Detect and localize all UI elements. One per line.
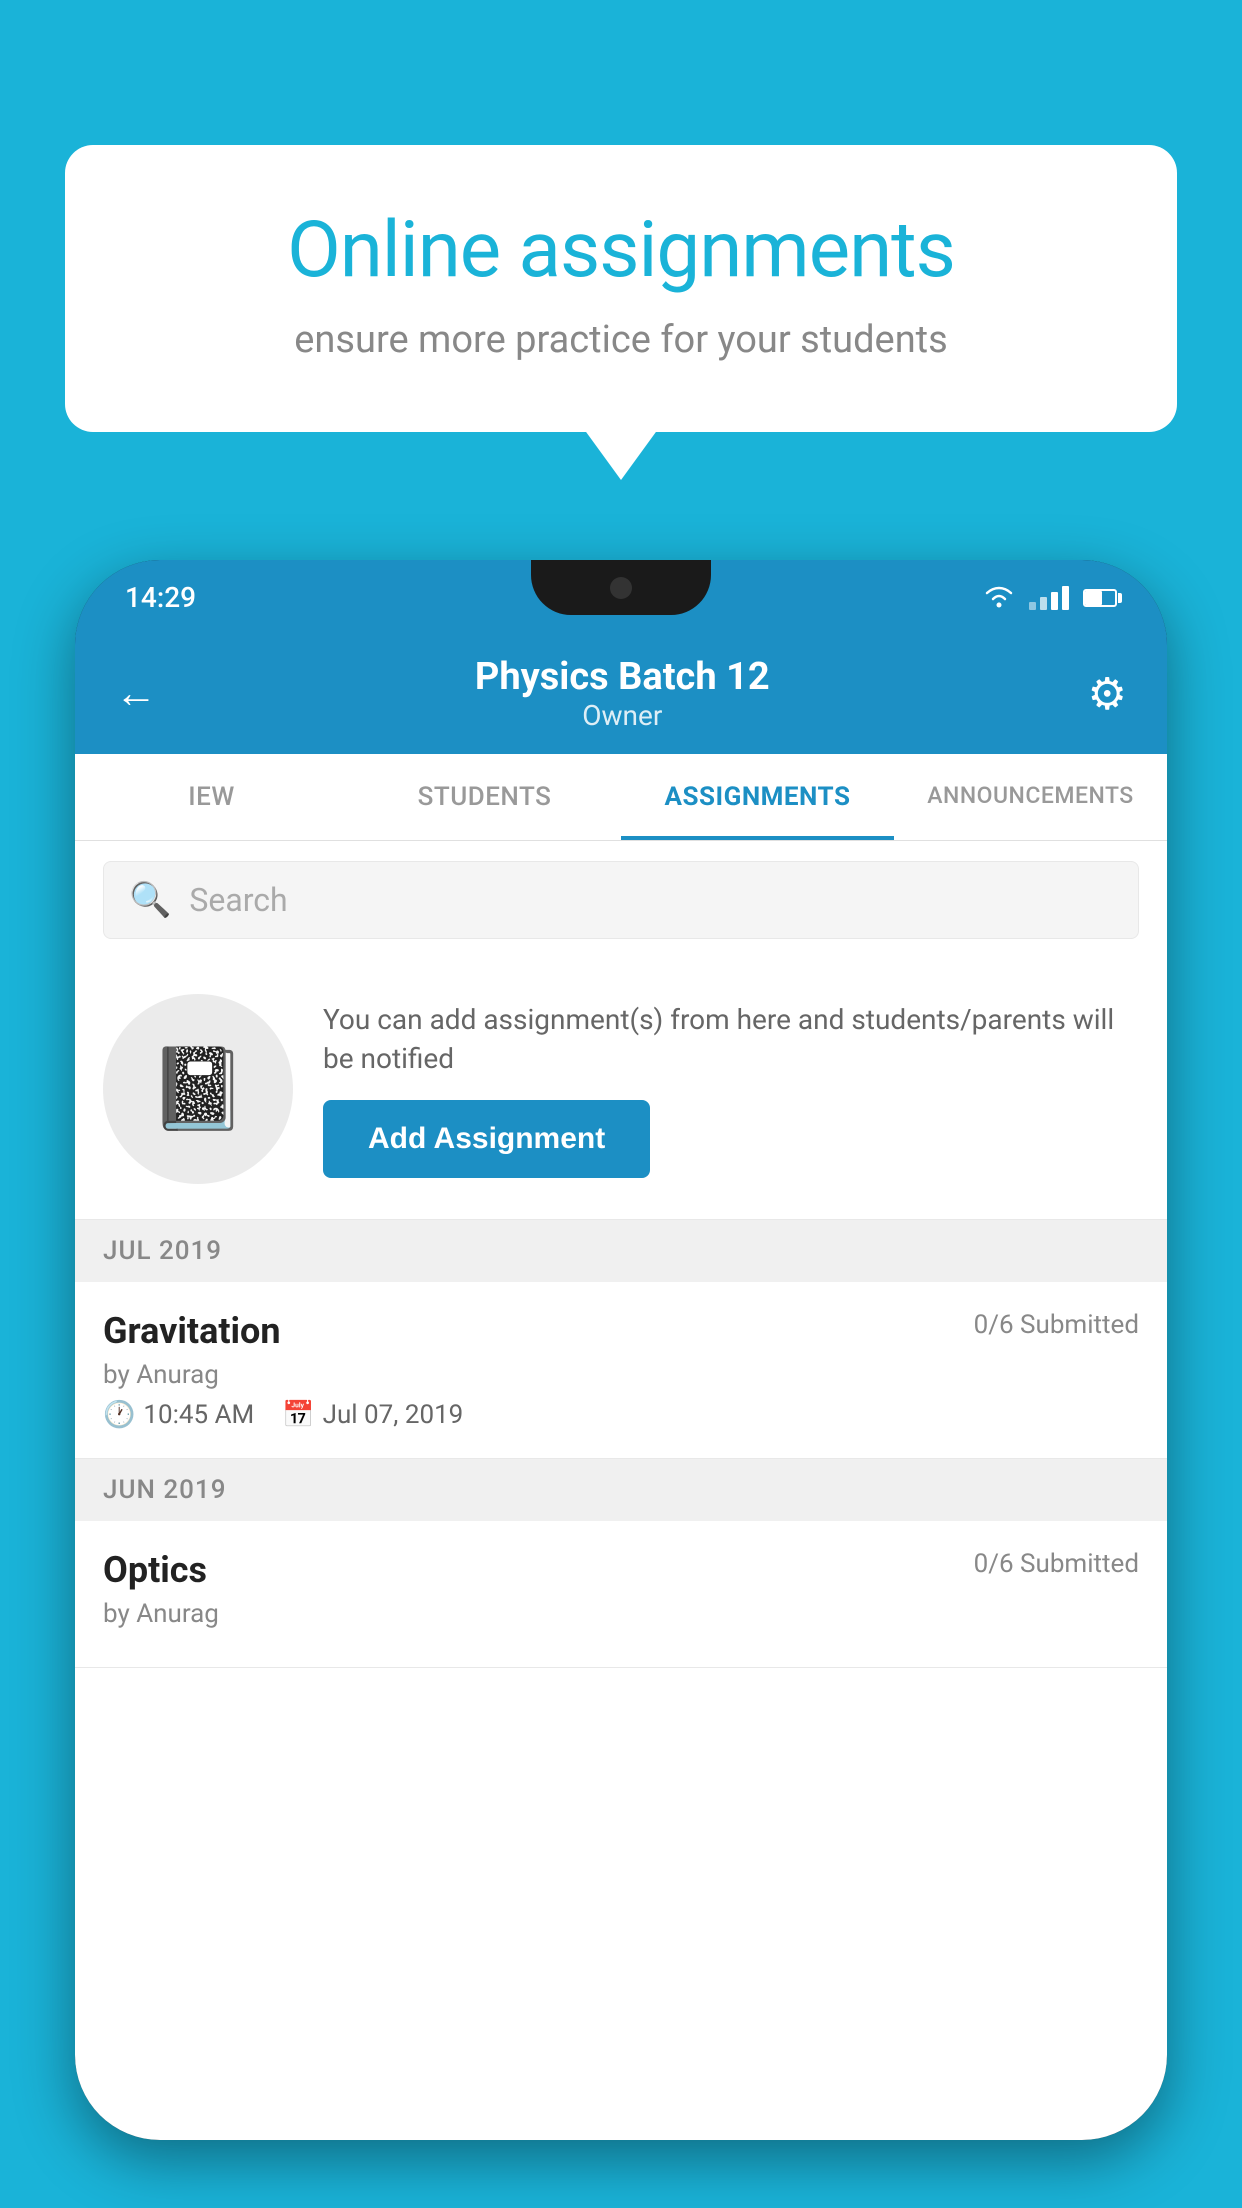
tab-announcements[interactable]: ANNOUNCEMENTS	[894, 754, 1167, 840]
assignment-name-optics: Optics	[103, 1549, 207, 1591]
back-button[interactable]: ←	[115, 669, 157, 718]
status-time: 14:29	[125, 581, 196, 614]
tabs-bar: IEW STUDENTS ASSIGNMENTS ANNOUNCEMENTS	[75, 754, 1167, 841]
speech-bubble-title: Online assignments	[135, 205, 1107, 296]
front-camera	[610, 577, 632, 599]
search-placeholder: Search	[189, 881, 287, 919]
status-bar: 14:29	[75, 560, 1167, 635]
assignment-name: Gravitation	[103, 1310, 281, 1352]
speech-bubble-subtitle: ensure more practice for your students	[135, 318, 1107, 362]
tab-assignments[interactable]: ASSIGNMENTS	[621, 754, 894, 840]
promo-description: You can add assignment(s) from here and …	[323, 1000, 1139, 1078]
signal-icon	[1029, 586, 1069, 610]
phone: 14:29	[75, 560, 1167, 2140]
calendar-icon: 📅	[282, 1400, 314, 1430]
submitted-count: 0/6 Submitted	[974, 1310, 1139, 1340]
speech-bubble: Online assignments ensure more practice …	[65, 145, 1177, 432]
assignment-top-row-optics: Optics 0/6 Submitted	[103, 1549, 1139, 1591]
assignment-by-optics: by Anurag	[103, 1599, 1139, 1629]
wifi-icon	[983, 586, 1015, 610]
add-assignment-button[interactable]: Add Assignment	[323, 1100, 650, 1178]
submitted-count-optics: 0/6 Submitted	[974, 1549, 1139, 1579]
promo-icon-circle: 📓	[103, 994, 293, 1184]
assignment-item-gravitation[interactable]: Gravitation 0/6 Submitted by Anurag 🕐 10…	[75, 1282, 1167, 1459]
phone-container: 14:29	[75, 560, 1167, 2208]
tab-students[interactable]: STUDENTS	[348, 754, 621, 840]
section-header-jul: JUL 2019	[75, 1220, 1167, 1282]
search-container: 🔍 Search	[75, 841, 1167, 959]
screen-content: 🔍 Search 📓 You can add assignment(s) fro…	[75, 841, 1167, 2140]
assignment-top-row: Gravitation 0/6 Submitted	[103, 1310, 1139, 1352]
search-bar[interactable]: 🔍 Search	[103, 861, 1139, 939]
notebook-icon: 📓	[148, 1042, 248, 1136]
tab-iew[interactable]: IEW	[75, 754, 348, 840]
phone-notch	[531, 560, 711, 615]
assignment-date: Jul 07, 2019	[323, 1400, 464, 1430]
clock-icon: 🕐	[103, 1400, 135, 1430]
header-title: Physics Batch 12	[157, 655, 1088, 699]
search-icon: 🔍	[129, 880, 171, 920]
assignment-meta: 🕐 10:45 AM 📅 Jul 07, 2019	[103, 1400, 1139, 1430]
assignment-time: 10:45 AM	[143, 1400, 254, 1430]
meta-date: 📅 Jul 07, 2019	[282, 1400, 463, 1430]
promo-text-block: You can add assignment(s) from here and …	[323, 1000, 1139, 1178]
app-header: ← Physics Batch 12 Owner ⚙	[75, 635, 1167, 754]
meta-time: 🕐 10:45 AM	[103, 1400, 254, 1430]
settings-icon[interactable]: ⚙	[1088, 668, 1127, 720]
assignment-by: by Anurag	[103, 1360, 1139, 1390]
speech-bubble-container: Online assignments ensure more practice …	[65, 145, 1177, 432]
status-icons	[983, 586, 1117, 610]
assignment-item-optics[interactable]: Optics 0/6 Submitted by Anurag	[75, 1521, 1167, 1668]
battery-icon	[1083, 589, 1117, 607]
header-title-block: Physics Batch 12 Owner	[157, 655, 1088, 732]
promo-block: 📓 You can add assignment(s) from here an…	[75, 959, 1167, 1220]
section-header-jun: JUN 2019	[75, 1459, 1167, 1521]
header-subtitle: Owner	[157, 699, 1088, 732]
